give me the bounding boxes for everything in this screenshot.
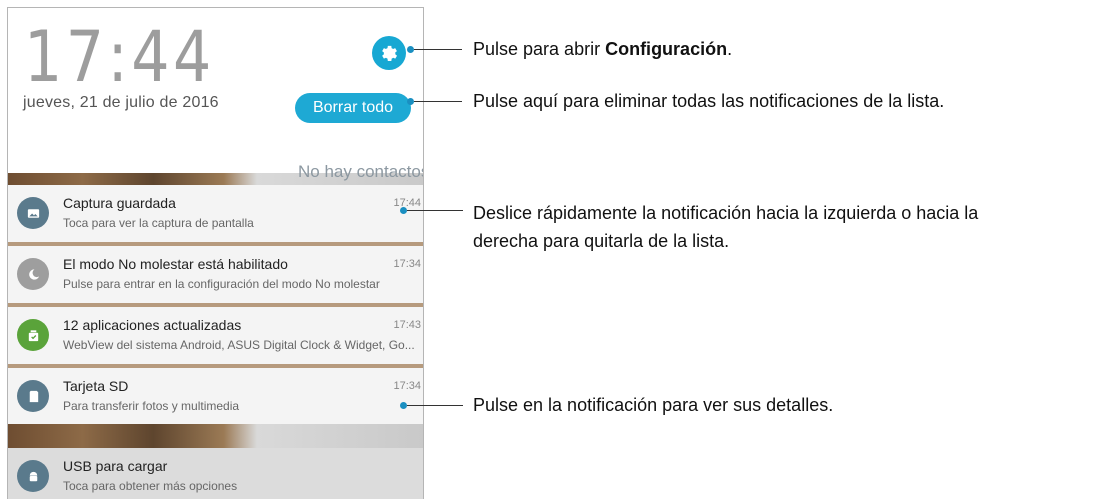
android-icon: [29, 471, 37, 481]
gear-icon: [382, 45, 398, 61]
notification-icon-badge: [17, 460, 49, 492]
notification-item-dnd[interactable]: El modo No molestar está habilitado Puls…: [8, 246, 423, 307]
notification-icon-badge: [17, 319, 49, 351]
notification-time: 17:34: [393, 380, 421, 392]
settings-button[interactable]: [372, 36, 406, 70]
notification-item-sd-card[interactable]: Tarjeta SD Para transferir fotos y multi…: [8, 368, 423, 425]
image-icon: [27, 208, 39, 218]
notification-subtitle: Para transferir fotos y multimedia: [63, 399, 240, 413]
callout-dot-clear-all: [407, 98, 414, 105]
notification-item-screenshot[interactable]: Captura guardada Toca para ver la captur…: [8, 185, 423, 246]
callout-settings-bold: Configuración: [605, 39, 728, 59]
callout-line-tap: [407, 405, 463, 406]
callout-line-swipe: [407, 210, 463, 211]
callout-settings: Pulse para abrir Configuración.: [473, 36, 732, 62]
notification-shade: 17:44 jueves, 21 de julio de 2016 Borrar…: [7, 7, 424, 499]
notification-subtitle: Toca para ver la captura de pantalla: [63, 216, 254, 230]
lock-clock: 17:44: [24, 16, 215, 98]
notification-title: 12 aplicaciones actualizadas: [63, 317, 242, 333]
notification-subtitle: Pulse para entrar en la configuración de…: [63, 277, 380, 291]
callout-settings-suffix: .: [727, 39, 733, 59]
sd-card-icon: [29, 390, 38, 402]
callout-dot-settings: [407, 46, 414, 53]
notification-icon-badge: [17, 380, 49, 412]
callout-line-settings: [414, 49, 462, 50]
background-app-text: No hay contactos en: [298, 162, 424, 181]
callout-tap: Pulse en la notificación para ver sus de…: [473, 395, 834, 415]
callout-swipe-line1: Deslice rápidamente la notificación haci…: [473, 203, 979, 223]
notification-item-updates[interactable]: 12 aplicaciones actualizadas WebView del…: [8, 307, 423, 368]
wallpaper-strip: [8, 424, 423, 448]
notification-icon-badge: [17, 197, 49, 229]
moon-icon: [28, 268, 39, 280]
notification-title: Captura guardada: [63, 195, 176, 211]
lock-date: jueves, 21 de julio de 2016: [23, 94, 219, 111]
callout-line-clear-all: [414, 101, 462, 102]
notification-time: 17:34: [393, 258, 421, 270]
notification-subtitle: Toca para obtener más opciones: [63, 479, 238, 493]
notification-icon-badge: [17, 258, 49, 290]
notification-subtitle: WebView del sistema Android, ASUS Digita…: [63, 338, 415, 352]
notification-item-usb[interactable]: USB para cargar Toca para obtener más op…: [8, 448, 423, 499]
notification-title: Tarjeta SD: [63, 378, 129, 394]
update-icon: [28, 329, 38, 341]
notification-title: USB para cargar: [63, 458, 168, 474]
callout-settings-prefix: Pulse para abrir: [473, 39, 606, 59]
notification-time: 17:43: [393, 319, 421, 331]
callout-dot-swipe: [400, 207, 407, 214]
callout-clear-all: Pulse aquí para eliminar todas las notif…: [473, 91, 945, 111]
clear-all-button[interactable]: Borrar todo: [295, 93, 411, 123]
callout-dot-tap: [400, 402, 407, 409]
callout-swipe-line2: derecha para quitarla de la lista.: [473, 231, 730, 251]
notification-time: 17:44: [393, 197, 421, 209]
notification-title: El modo No molestar está habilitado: [63, 256, 288, 272]
